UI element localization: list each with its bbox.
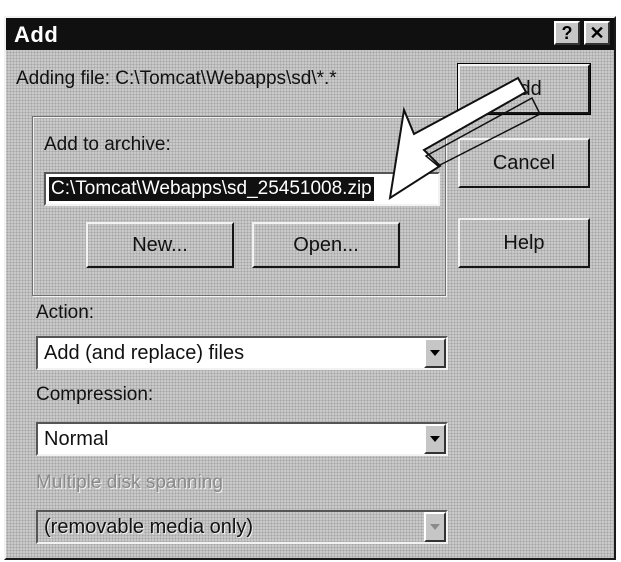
new-button-label: New... (132, 233, 188, 256)
add-to-archive-label: Add to archive: (44, 134, 171, 155)
window-title: Add (14, 22, 59, 47)
help-icon[interactable]: ? (554, 21, 580, 45)
dropdown-arrow-icon (424, 512, 446, 542)
spanning-label: Multiple disk spanning (36, 472, 223, 493)
archive-path-field[interactable]: C:\Tomcat\Webapps\sd_25451008.zip (44, 172, 440, 206)
add-dialog: Add ? ✕ Adding file: C:\Tomcat\Webapps\s… (4, 16, 616, 560)
open-button[interactable]: Open... (252, 222, 400, 268)
help-button-label: Help (503, 231, 545, 254)
compression-dropdown[interactable]: Normal (36, 422, 448, 456)
dropdown-arrow-icon[interactable] (424, 338, 446, 368)
action-label: Action: (36, 302, 95, 323)
title-bar: Add ? ✕ (6, 18, 614, 50)
cancel-button-label: Cancel (492, 151, 556, 174)
help-button[interactable]: Help (458, 218, 590, 268)
compression-label: Compression: (36, 384, 154, 405)
dropdown-arrow-icon[interactable] (424, 424, 446, 454)
action-value: Add (and replace) files (44, 342, 245, 364)
compression-value: Normal (44, 428, 109, 450)
spanning-value: (removable media only) (44, 516, 253, 538)
open-button-label: Open... (293, 233, 359, 256)
add-button[interactable]: Add (457, 63, 591, 115)
cancel-button[interactable]: Cancel (458, 138, 590, 188)
adding-file-label: Adding file: C:\Tomcat\Webapps\sd\*.* (16, 68, 337, 89)
archive-path-value: C:\Tomcat\Webapps\sd_25451008.zip (49, 177, 374, 201)
close-icon[interactable]: ✕ (584, 21, 610, 45)
action-dropdown[interactable]: Add (and replace) files (36, 336, 448, 370)
new-button[interactable]: New... (86, 222, 234, 268)
spanning-dropdown: (removable media only) (36, 510, 448, 544)
add-button-label: Add (506, 77, 542, 100)
